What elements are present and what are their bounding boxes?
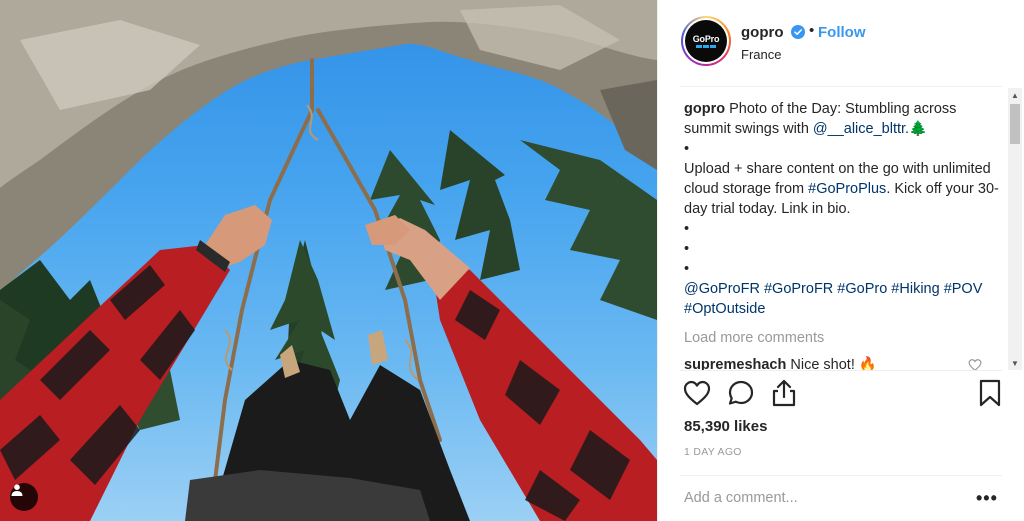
tagged-user-button[interactable]	[10, 483, 38, 511]
caption-bullet: •	[684, 141, 690, 157]
user-icon	[11, 484, 23, 496]
actions-divider	[680, 370, 1002, 371]
caption-bullet: •	[684, 221, 690, 237]
post-date[interactable]: 1 DAY AGO	[684, 446, 742, 458]
caption-bullet: •	[684, 261, 690, 277]
tree-emoji: 🌲	[909, 121, 928, 137]
caption-hashtags[interactable]: @GoProFR #GoProFR #GoPro #Hiking #POV #O…	[684, 281, 982, 317]
header-divider	[680, 86, 1002, 87]
verified-badge-icon	[791, 25, 805, 39]
caption-bullet: •	[684, 241, 690, 257]
post-header: GoPro gopro • Follow France	[658, 0, 1024, 86]
caption-username[interactable]: gopro	[684, 101, 725, 117]
caption: gopro Photo of the Day: Stumbling across…	[684, 99, 1002, 319]
avatar[interactable]: GoPro	[681, 16, 731, 66]
more-options-icon[interactable]: •••	[976, 488, 998, 509]
post-username[interactable]: gopro	[741, 24, 784, 41]
bookmark-icon[interactable]	[975, 378, 1005, 408]
comment-text: Nice shot! 🔥	[790, 357, 877, 371]
post-location[interactable]: France	[741, 47, 781, 62]
comment-input-divider	[680, 475, 1002, 476]
heart-icon[interactable]	[682, 378, 712, 408]
header-separator: •	[809, 22, 815, 39]
comments-scrollbar[interactable]: ▲ ▼	[1008, 88, 1022, 370]
post-photo[interactable]	[0, 0, 657, 521]
load-more-comments[interactable]: Load more comments	[684, 328, 1002, 348]
caption-mention[interactable]: @__alice_blttr.	[813, 121, 909, 137]
add-comment-input[interactable]: Add a comment...	[684, 490, 798, 506]
comment-item: supremeshach Nice shot! 🔥	[684, 355, 1002, 371]
share-icon[interactable]	[769, 378, 799, 408]
follow-button[interactable]: Follow	[818, 24, 866, 41]
scroll-down-arrow-icon[interactable]: ▼	[1008, 356, 1022, 370]
scroll-up-arrow-icon[interactable]: ▲	[1008, 88, 1022, 102]
likes-count[interactable]: 85,390 likes	[684, 418, 767, 435]
comment-username[interactable]: supremeshach	[684, 357, 786, 371]
comments-section: gopro Photo of the Day: Stumbling across…	[684, 99, 1002, 371]
post-panel: GoPro gopro • Follow France gopro Photo …	[657, 0, 1024, 521]
scroll-thumb[interactable]	[1010, 104, 1020, 144]
gopro-logo: GoPro	[685, 20, 727, 62]
photo-illustration	[0, 0, 657, 521]
comment-icon[interactable]	[726, 378, 756, 408]
hashtag-goproplus[interactable]: #GoProPlus	[808, 181, 886, 197]
